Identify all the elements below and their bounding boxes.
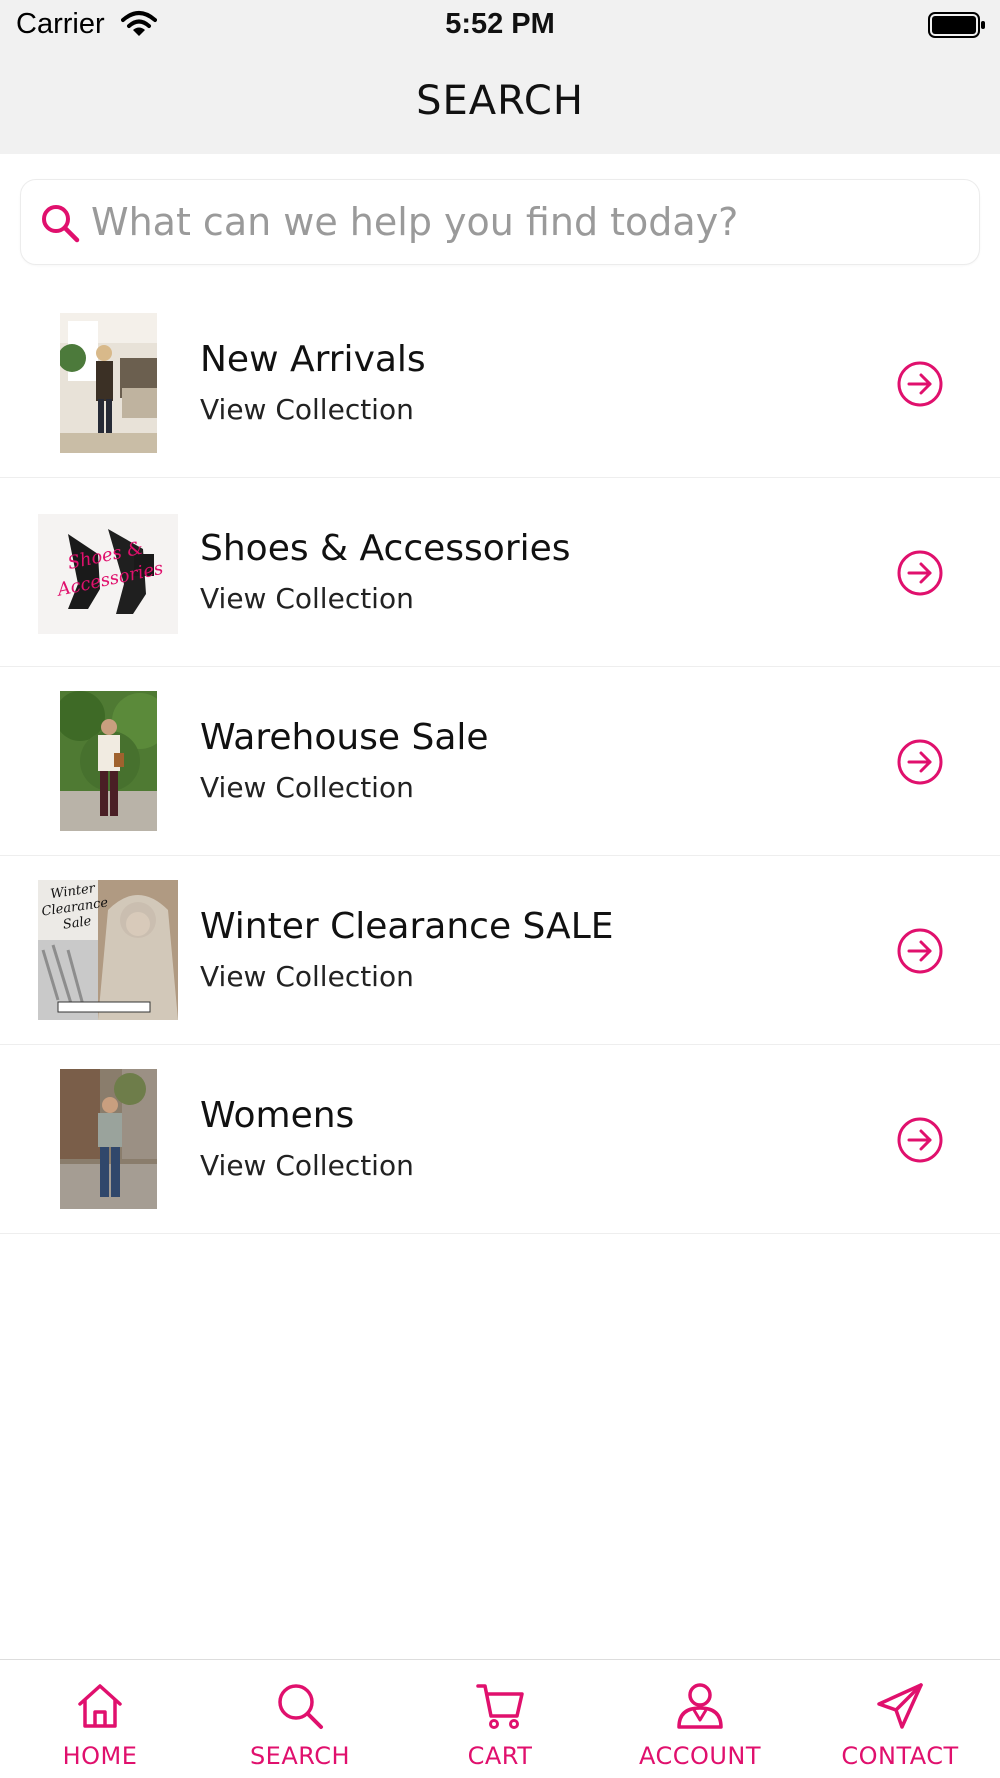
collection-title: Shoes & Accessories	[200, 528, 571, 569]
tab-cart[interactable]: CART	[400, 1660, 600, 1778]
black-heels-photo: Shoes & Accessories	[38, 514, 178, 634]
tab-label: HOME	[62, 1742, 138, 1770]
woman-on-street-photo	[60, 1069, 157, 1209]
cart-icon	[476, 1684, 524, 1729]
tab-label: ACCOUNT	[638, 1742, 762, 1770]
tab-label: CART	[467, 1742, 533, 1770]
collection-list: New Arrivals View Collection Shoes & Acc…	[0, 289, 1000, 1234]
collection-title: Womens	[200, 1095, 355, 1136]
collection-row-shoes-accessories[interactable]: Shoes & Accessories Shoes & Accessories …	[0, 478, 1000, 667]
collection-row-winter-clearance[interactable]: Winter Clearance Sale Winter Clearance S…	[0, 856, 1000, 1045]
collection-title: New Arrivals	[200, 339, 426, 380]
status-bar: Carrier 5:52 PM	[0, 0, 1000, 50]
arrow-circle-right-icon[interactable]	[896, 927, 944, 975]
woman-with-scarf-photo: Winter Clearance Sale	[38, 880, 178, 1020]
tab-home[interactable]: HOME	[0, 1660, 200, 1778]
view-collection-link[interactable]: View Collection	[200, 960, 414, 993]
clock: 5:52 PM	[445, 8, 555, 40]
arrow-circle-right-icon[interactable]	[896, 360, 944, 408]
battery-icon	[928, 12, 985, 38]
account-icon	[677, 1683, 723, 1729]
search-icon	[278, 1684, 323, 1729]
view-collection-link[interactable]: View Collection	[200, 771, 414, 804]
collection-row-warehouse-sale[interactable]: Warehouse Sale View Collection	[0, 667, 1000, 856]
tab-account[interactable]: ACCOUNT	[600, 1660, 800, 1778]
view-collection-link[interactable]: View Collection	[200, 393, 414, 426]
tab-search[interactable]: SEARCH	[200, 1660, 400, 1778]
tab-bar: HOME SEARCH CART ACCOUNT CONTACT	[0, 1659, 1000, 1778]
woman-in-living-room-photo	[60, 313, 157, 453]
tab-contact[interactable]: CONTACT	[800, 1660, 1000, 1778]
thumb-overlay-text: Winter Clearance Sale	[40, 881, 110, 933]
tab-label: CONTACT	[841, 1742, 959, 1770]
navigation-bar: SEARCH	[0, 50, 1000, 154]
page-title: SEARCH	[416, 78, 584, 124]
collection-row-new-arrivals[interactable]: New Arrivals View Collection	[0, 289, 1000, 478]
collection-title: Warehouse Sale	[200, 717, 489, 758]
arrow-circle-right-icon[interactable]	[896, 549, 944, 597]
search-input[interactable]	[91, 190, 961, 254]
view-collection-link[interactable]: View Collection	[200, 1149, 414, 1182]
search-icon	[42, 205, 80, 243]
collection-title: Winter Clearance SALE	[200, 906, 614, 947]
home-icon	[78, 1684, 122, 1728]
arrow-circle-right-icon[interactable]	[896, 738, 944, 786]
arrow-circle-right-icon[interactable]	[896, 1116, 944, 1164]
search-bar[interactable]	[20, 179, 980, 265]
paper-plane-icon	[877, 1683, 923, 1729]
view-collection-link[interactable]: View Collection	[200, 582, 414, 615]
collection-row-womens[interactable]: Womens View Collection	[0, 1045, 1000, 1234]
tab-label: SEARCH	[249, 1742, 351, 1770]
woman-outdoors-photo	[60, 691, 157, 831]
